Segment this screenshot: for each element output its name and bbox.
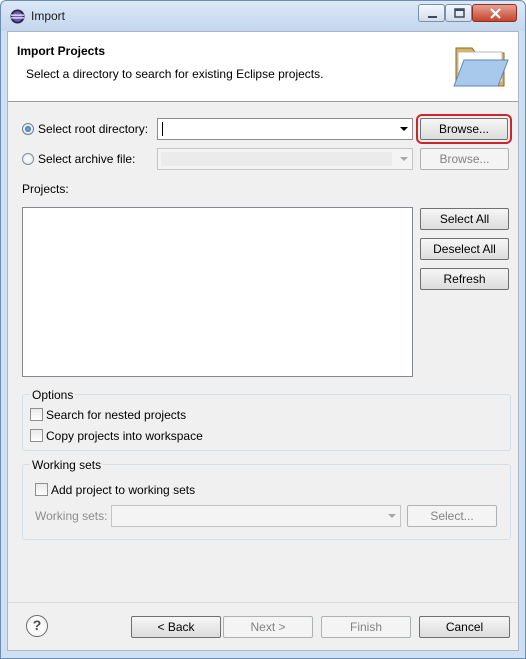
add-to-working-sets-label: Add project to working sets bbox=[51, 483, 196, 497]
nested-projects-label: Search for nested projects bbox=[46, 408, 187, 422]
deselect-all-button[interactable]: Deselect All bbox=[420, 238, 509, 260]
cancel-button[interactable]: Cancel bbox=[419, 616, 510, 638]
archive-file-value bbox=[161, 152, 392, 166]
chevron-down-icon[interactable] bbox=[400, 157, 408, 161]
maximize-button[interactable] bbox=[445, 4, 472, 22]
archive-file-radio[interactable] bbox=[22, 153, 34, 165]
browse-archive-button[interactable]: Browse... bbox=[420, 148, 509, 170]
refresh-button[interactable]: Refresh bbox=[420, 268, 509, 290]
working-sets-label: Working sets: bbox=[35, 509, 108, 523]
add-to-working-sets-checkbox[interactable] bbox=[35, 483, 48, 496]
eclipse-icon bbox=[10, 9, 25, 24]
close-button[interactable] bbox=[472, 4, 517, 22]
back-button[interactable]: < Back bbox=[131, 616, 221, 638]
finish-button[interactable]: Finish bbox=[321, 616, 411, 638]
title-bar[interactable]: Import bbox=[1, 1, 525, 31]
select-working-sets-button[interactable]: Select... bbox=[407, 505, 497, 527]
working-sets-title: Working sets bbox=[30, 458, 104, 472]
help-icon[interactable]: ? bbox=[26, 615, 48, 637]
archive-file-combo[interactable] bbox=[157, 148, 413, 170]
options-title: Options bbox=[30, 388, 76, 402]
working-sets-group bbox=[22, 464, 511, 540]
projects-label: Projects: bbox=[22, 182, 69, 196]
window-title: Import bbox=[31, 9, 66, 23]
text-cursor bbox=[162, 122, 163, 136]
page-title: Import Projects bbox=[17, 44, 106, 58]
minimize-button[interactable] bbox=[418, 4, 445, 22]
archive-file-label: Select archive file: bbox=[38, 152, 136, 166]
root-directory-radio[interactable] bbox=[22, 123, 34, 135]
close-icon bbox=[490, 8, 501, 19]
chevron-down-icon[interactable] bbox=[400, 127, 408, 131]
root-directory-combo[interactable] bbox=[157, 118, 413, 140]
dialog-body: Import Projects Select a directory to se… bbox=[7, 31, 519, 651]
next-button[interactable]: Next > bbox=[223, 616, 313, 638]
chevron-down-icon[interactable] bbox=[388, 514, 396, 518]
import-dialog: Import Import Projects Select a director… bbox=[0, 0, 526, 659]
nested-projects-checkbox[interactable] bbox=[30, 408, 43, 421]
select-all-button[interactable]: Select All bbox=[420, 208, 509, 230]
maximize-icon bbox=[454, 8, 465, 18]
working-sets-combo[interactable] bbox=[111, 505, 401, 527]
wizard-header: Import Projects Select a directory to se… bbox=[8, 32, 518, 102]
open-folder-icon bbox=[453, 47, 509, 87]
page-description: Select a directory to search for existin… bbox=[26, 67, 324, 81]
footer-divider bbox=[8, 602, 518, 603]
browse-root-button[interactable]: Browse... bbox=[416, 114, 512, 144]
copy-projects-checkbox[interactable] bbox=[30, 429, 43, 442]
projects-list[interactable] bbox=[22, 207, 413, 377]
copy-projects-label: Copy projects into workspace bbox=[46, 429, 203, 443]
root-directory-label: Select root directory: bbox=[38, 122, 149, 136]
minimize-icon bbox=[428, 16, 437, 18]
